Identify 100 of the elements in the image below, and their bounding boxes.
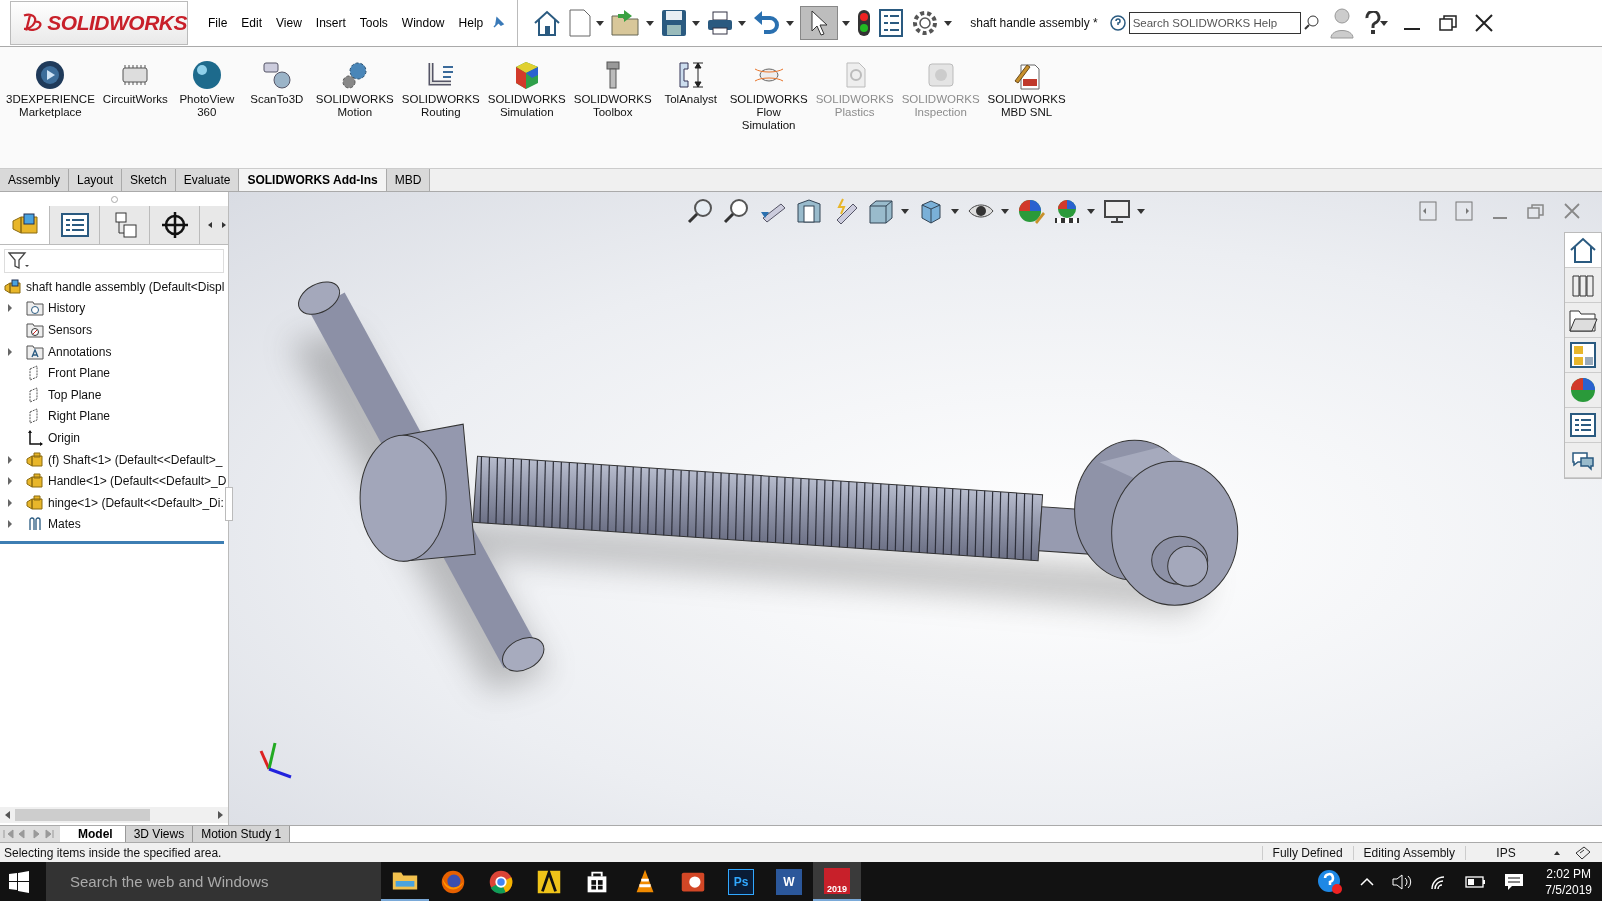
menu-item[interactable]: Tools	[353, 13, 394, 33]
expand-arrow-icon[interactable]	[8, 498, 12, 507]
filter-icon[interactable]	[8, 252, 30, 270]
add-in-button[interactable]: SOLIDWORKS Routing	[397, 59, 484, 119]
caret-icon[interactable]	[692, 20, 701, 26]
rebuild-icon[interactable]	[1574, 844, 1592, 861]
tree-item[interactable]: hinge<1> (Default<<Default>_Di:	[48, 495, 224, 510]
command-tab[interactable]: Layout	[69, 169, 123, 191]
model-tab[interactable]: Motion Study 1	[193, 826, 291, 842]
traffic-light-icon[interactable]	[856, 8, 873, 38]
tree-item[interactable]: Top Plane	[48, 387, 102, 402]
tree-item[interactable]: Handle<1> (Default<<Default>_D	[48, 474, 227, 489]
tree-item[interactable]: Sensors	[48, 323, 93, 337]
battery-icon[interactable]	[1465, 874, 1488, 889]
view-orientation-icon[interactable]	[866, 198, 895, 224]
menu-item[interactable]: View	[270, 13, 308, 33]
web-search-field[interactable]: Search the web and Windows	[46, 862, 381, 901]
help-search-field[interactable]: Search SOLIDWORKS Help	[1128, 12, 1301, 34]
tree-item[interactable]: Annotations	[48, 344, 112, 359]
tree-item[interactable]: Right Plane	[48, 409, 111, 424]
close-icon[interactable]	[1473, 13, 1494, 33]
command-tab[interactable]: Evaluate	[175, 169, 240, 191]
taskbar-app-button[interactable]: 2019	[813, 862, 861, 901]
home-tab[interactable]	[1565, 233, 1601, 268]
crosshair-icon	[159, 211, 190, 239]
add-in-button[interactable]: SOLIDWORKS Motion	[311, 59, 398, 119]
tree-item[interactable]: Front Plane	[48, 366, 111, 381]
tile-left-icon[interactable]	[1418, 200, 1438, 222]
start-icon[interactable]	[8, 870, 30, 893]
add-in-button[interactable]: SOLIDWORKS Flow Simulation	[725, 59, 812, 132]
list-icon[interactable]	[878, 8, 905, 38]
model-tab[interactable]: 3D Views	[125, 826, 194, 842]
tree-item[interactable]: Origin	[48, 430, 80, 445]
save-icon[interactable]	[660, 8, 689, 38]
restore-icon[interactable]	[1437, 13, 1458, 33]
add-in-button[interactable]: SOLIDWORKS Simulation	[483, 59, 570, 119]
select-tool-button[interactable]	[800, 6, 839, 40]
scroll-right-icon[interactable]	[218, 811, 223, 819]
caret-icon[interactable]	[1136, 208, 1145, 214]
caret-icon[interactable]	[944, 20, 953, 26]
expand-arrow-icon[interactable]	[8, 455, 12, 464]
speaker-icon[interactable]	[1391, 872, 1414, 891]
zoom-to-fit-icon[interactable]	[686, 198, 715, 224]
add-in-button[interactable]: ScanTo3D	[241, 59, 312, 106]
command-tab[interactable]: Assembly	[0, 169, 69, 191]
tree-item[interactable]: (f) Shaft<1> (Default<<Default>_	[48, 452, 223, 467]
search-icon[interactable]	[1303, 15, 1320, 31]
caret-icon[interactable]	[738, 20, 747, 26]
menu-item[interactable]: Insert	[309, 13, 352, 33]
taskbar-app-button[interactable]: W	[765, 862, 813, 901]
caret-icon[interactable]	[646, 20, 655, 26]
tile-right-icon[interactable]	[1454, 200, 1474, 222]
scroll-left-icon[interactable]	[5, 811, 10, 819]
expand-arrow-icon[interactable]	[8, 477, 12, 486]
add-in-button[interactable]: PhotoView 360	[171, 59, 242, 119]
caret-icon[interactable]	[1086, 208, 1095, 214]
feature-tree-tab[interactable]	[0, 206, 50, 244]
caret-icon[interactable]	[596, 20, 605, 26]
monitor-icon[interactable]	[1102, 198, 1131, 224]
horizontal-scrollbar[interactable]	[0, 807, 228, 823]
caret-icon[interactable]	[900, 208, 909, 214]
caret-icon[interactable]	[1379, 20, 1388, 26]
clock-time[interactable]: 2:02 PM	[1546, 865, 1591, 882]
zoom-area-icon[interactable]	[722, 198, 751, 224]
add-in-button[interactable]: SOLIDWORKS Toolbox	[569, 59, 656, 119]
printer-icon[interactable]	[706, 8, 735, 38]
add-in-button[interactable]: CircuitWorks	[98, 59, 172, 106]
add-in-button[interactable]: 3DEXPERIENCE Marketplace	[2, 59, 99, 119]
help-badge-icon[interactable]	[1317, 868, 1344, 895]
tree-item[interactable]: History	[48, 301, 86, 316]
scene-icon[interactable]	[1052, 198, 1081, 224]
caret-icon[interactable]	[1000, 208, 1009, 214]
command-tab[interactable]: MBD	[386, 169, 431, 191]
expand-arrow-icon[interactable]	[8, 347, 12, 356]
command-tab[interactable]: SOLIDWORKS Add-Ins	[239, 169, 387, 191]
expand-arrow-icon[interactable]	[8, 304, 12, 313]
expand-arrow-icon[interactable]	[8, 520, 12, 529]
scroll-left-icon[interactable]	[208, 222, 212, 228]
taskbar-app-button[interactable]: Ps	[717, 862, 765, 901]
clock-date[interactable]: 7/5/2019	[1545, 881, 1592, 898]
status-field: Fully Defined	[1261, 845, 1353, 860]
notification-icon[interactable]	[1503, 871, 1526, 892]
add-in-button[interactable]: SOLIDWORKS MBD SNL	[983, 59, 1070, 119]
menu-item[interactable]: Edit	[235, 13, 269, 33]
panel-splitter-handle[interactable]	[225, 487, 233, 521]
tree-item[interactable]: Mates	[48, 517, 81, 532]
menu-item[interactable]: Help	[452, 13, 490, 33]
caret-icon[interactable]	[786, 20, 795, 26]
pin-icon[interactable]	[491, 16, 506, 30]
tree-item[interactable]: shaft handle assembly (Default<Displ	[26, 279, 225, 294]
menu-item[interactable]: File	[202, 13, 234, 33]
appearance-icon[interactable]	[1016, 198, 1045, 224]
command-tab[interactable]: Sketch	[122, 169, 176, 191]
help-icon[interactable]	[1363, 11, 1382, 35]
caret-icon[interactable]	[950, 208, 959, 214]
menu-item[interactable]: Window	[395, 13, 451, 33]
scrollbar-thumb[interactable]	[15, 809, 150, 821]
add-in-button[interactable]: TolAnalyst	[655, 59, 726, 106]
section-view-icon[interactable]	[794, 198, 823, 224]
caret-icon[interactable]	[842, 20, 851, 26]
